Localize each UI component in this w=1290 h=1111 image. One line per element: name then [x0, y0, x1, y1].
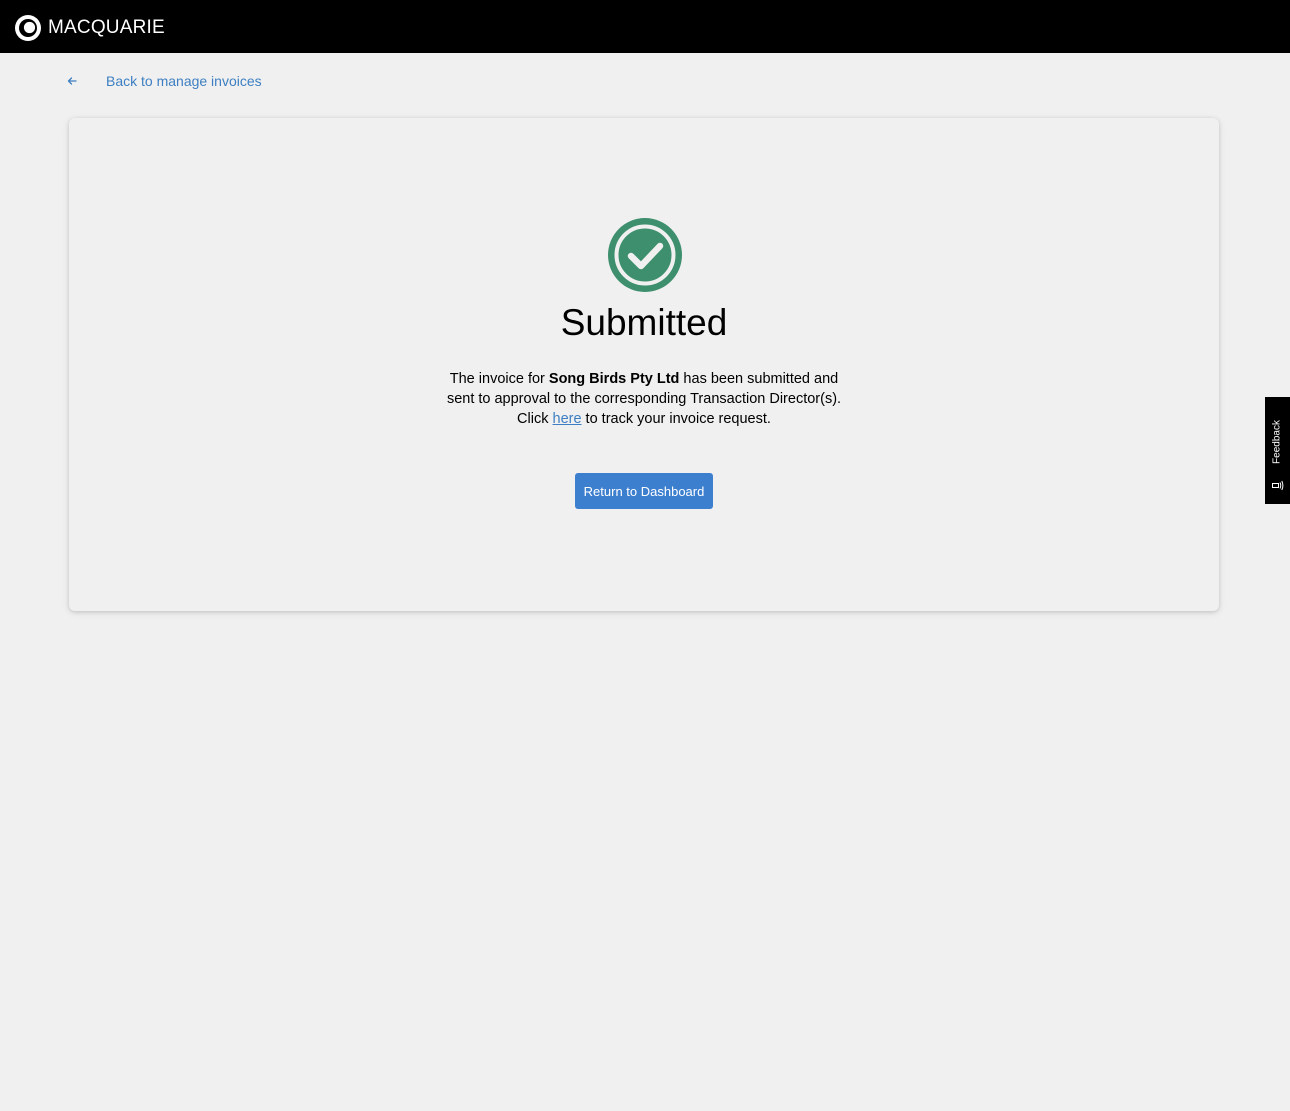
feedback-icon	[1272, 480, 1284, 491]
confirmation-title: Submitted	[560, 302, 728, 343]
track-invoice-link[interactable]: here	[553, 411, 582, 427]
macquarie-logo-icon	[15, 15, 41, 41]
feedback-tab[interactable]: Feedback	[1265, 397, 1290, 504]
back-link-label: Back to manage invoices	[106, 73, 262, 89]
submission-confirmation-card: Submitted The invoice for Song Birds Pty…	[69, 118, 1219, 611]
return-to-dashboard-button[interactable]: Return to Dashboard	[575, 473, 713, 509]
feedback-label: Feedback	[1271, 420, 1283, 464]
message-text-3: to track your invoice request.	[581, 411, 771, 427]
company-name: Song Birds Pty Ltd	[548, 371, 680, 387]
arrow-left-icon	[67, 77, 77, 85]
macquarie-logo[interactable]: MACQUARIE	[14, 14, 165, 42]
check-circle-icon	[608, 218, 682, 292]
confirmation-message: The invoice for Song Birds Pty Ltd has b…	[439, 369, 849, 429]
back-to-manage-invoices-link[interactable]: Back to manage invoices	[66, 70, 262, 92]
message-text-1: The invoice for	[449, 371, 549, 387]
top-navigation-bar: MACQUARIE	[0, 0, 1290, 53]
brand-name: MACQUARIE	[48, 17, 165, 38]
